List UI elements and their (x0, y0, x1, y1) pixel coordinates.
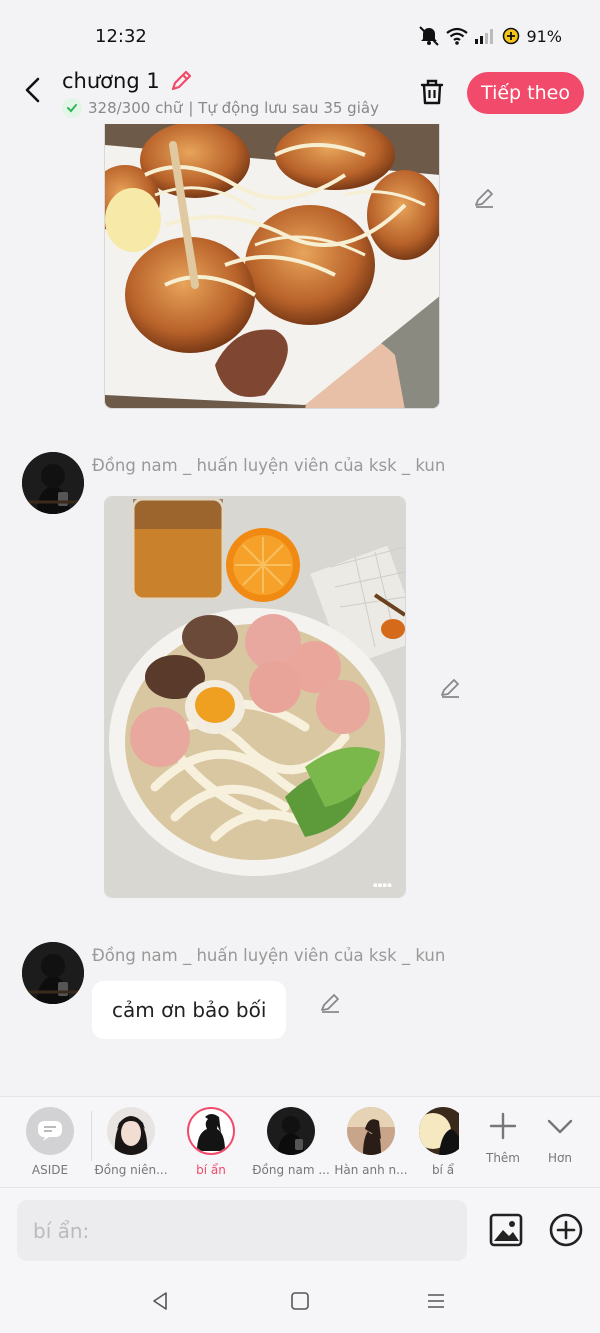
status-bar: 12:32 91% (0, 0, 600, 68)
character-name: ASIDE (31, 1163, 69, 1177)
title-row: chương 1 (62, 68, 194, 94)
character-name: Đồng niên... (94, 1163, 168, 1177)
nav-menu-button[interactable] (424, 1289, 452, 1317)
message-bubble[interactable]: cảm ơn bảo bối (92, 981, 287, 1039)
mute-bell-icon (418, 26, 440, 46)
character-item-selected[interactable]: bí ẩn (171, 1107, 251, 1177)
trash-icon (420, 79, 444, 105)
message-author: Đồng nam _ huấn luyện viên của ksk _ kun (92, 456, 446, 475)
character-item[interactable]: Hàn anh n... (331, 1107, 411, 1177)
expand-characters-button[interactable]: Hơn (535, 1111, 585, 1165)
svg-text:▪▪▪▪: ▪▪▪▪ (373, 881, 392, 889)
nav-home-button[interactable] (288, 1289, 316, 1317)
delete-button[interactable] (416, 76, 448, 108)
status-time: 12:32 (95, 26, 147, 47)
autosave-status: | Tự động lưu sau 35 giây (188, 99, 379, 117)
edit-message-pencil-icon[interactable] (438, 676, 462, 700)
square-home-icon (291, 1292, 309, 1310)
word-count: 328/300 chữ (88, 99, 183, 117)
signal-icon (474, 28, 496, 44)
character-avatar (419, 1107, 459, 1155)
chapter-title: chương 1 (62, 69, 160, 93)
avatar[interactable] (22, 452, 84, 514)
plus-icon (489, 1112, 517, 1140)
wifi-icon (446, 27, 469, 45)
plus-circle-icon (549, 1213, 583, 1247)
character-strip: ASIDE Đồng niên... bí ẩn Đồng nam ... Hà… (0, 1096, 600, 1188)
avatar[interactable] (22, 942, 84, 1004)
character-name: bí ẩ (431, 1163, 455, 1177)
aside-chat-icon (26, 1107, 74, 1155)
character-avatar (187, 1107, 235, 1155)
message-author: Đồng nam _ huấn luyện viên của ksk _ kun (92, 946, 446, 965)
check-icon (62, 98, 82, 118)
expand-characters-label: Hơn (548, 1151, 572, 1165)
add-character-label: Thêm (485, 1151, 520, 1165)
image-icon (489, 1213, 523, 1247)
add-character-button[interactable]: Thêm (478, 1111, 528, 1165)
edit-message-pencil-icon[interactable] (318, 991, 342, 1015)
add-button[interactable] (548, 1212, 584, 1248)
character-item[interactable]: Đồng nam ... (251, 1107, 331, 1177)
character-name: bí ẩn (196, 1163, 226, 1177)
character-aside[interactable]: ASIDE (10, 1107, 90, 1177)
character-item[interactable]: Đồng niên... (91, 1107, 171, 1177)
nav-back-button[interactable] (148, 1289, 176, 1317)
edit-message-pencil-icon[interactable] (472, 186, 496, 210)
battery-saver-icon (502, 27, 520, 45)
input-area (0, 1188, 600, 1333)
editor-header: chương 1 328/300 chữ | Tự động lưu sau 3… (0, 62, 600, 124)
battery-level: 91% (526, 26, 562, 46)
character-name: Đồng nam ... (252, 1163, 330, 1177)
next-button[interactable]: Tiếp theo (467, 72, 584, 114)
back-button[interactable] (18, 76, 46, 104)
character-avatar (107, 1107, 155, 1155)
system-nav-bar (0, 1283, 600, 1323)
menu-icon (428, 1294, 444, 1308)
character-avatar (347, 1107, 395, 1155)
character-item[interactable]: bí ẩ (411, 1107, 459, 1177)
edit-title-pencil-icon[interactable] (168, 68, 194, 94)
character-avatar (267, 1107, 315, 1155)
message-input[interactable] (17, 1200, 467, 1261)
save-status: 328/300 chữ | Tự động lưu sau 35 giây (62, 98, 379, 118)
chevron-left-icon (25, 77, 40, 103)
chat-content[interactable]: Đồng nam _ huấn luyện viên của ksk _ kun (0, 124, 600, 1096)
chevron-down-icon (547, 1119, 573, 1134)
triangle-back-icon (153, 1292, 167, 1310)
noodle-soup-photo[interactable]: ▪▪▪▪ (104, 496, 406, 898)
character-name: Hàn anh n... (334, 1163, 408, 1177)
takoyaki-photo[interactable] (104, 124, 440, 409)
insert-image-button[interactable] (488, 1212, 524, 1248)
status-icons: 91% (418, 26, 562, 46)
